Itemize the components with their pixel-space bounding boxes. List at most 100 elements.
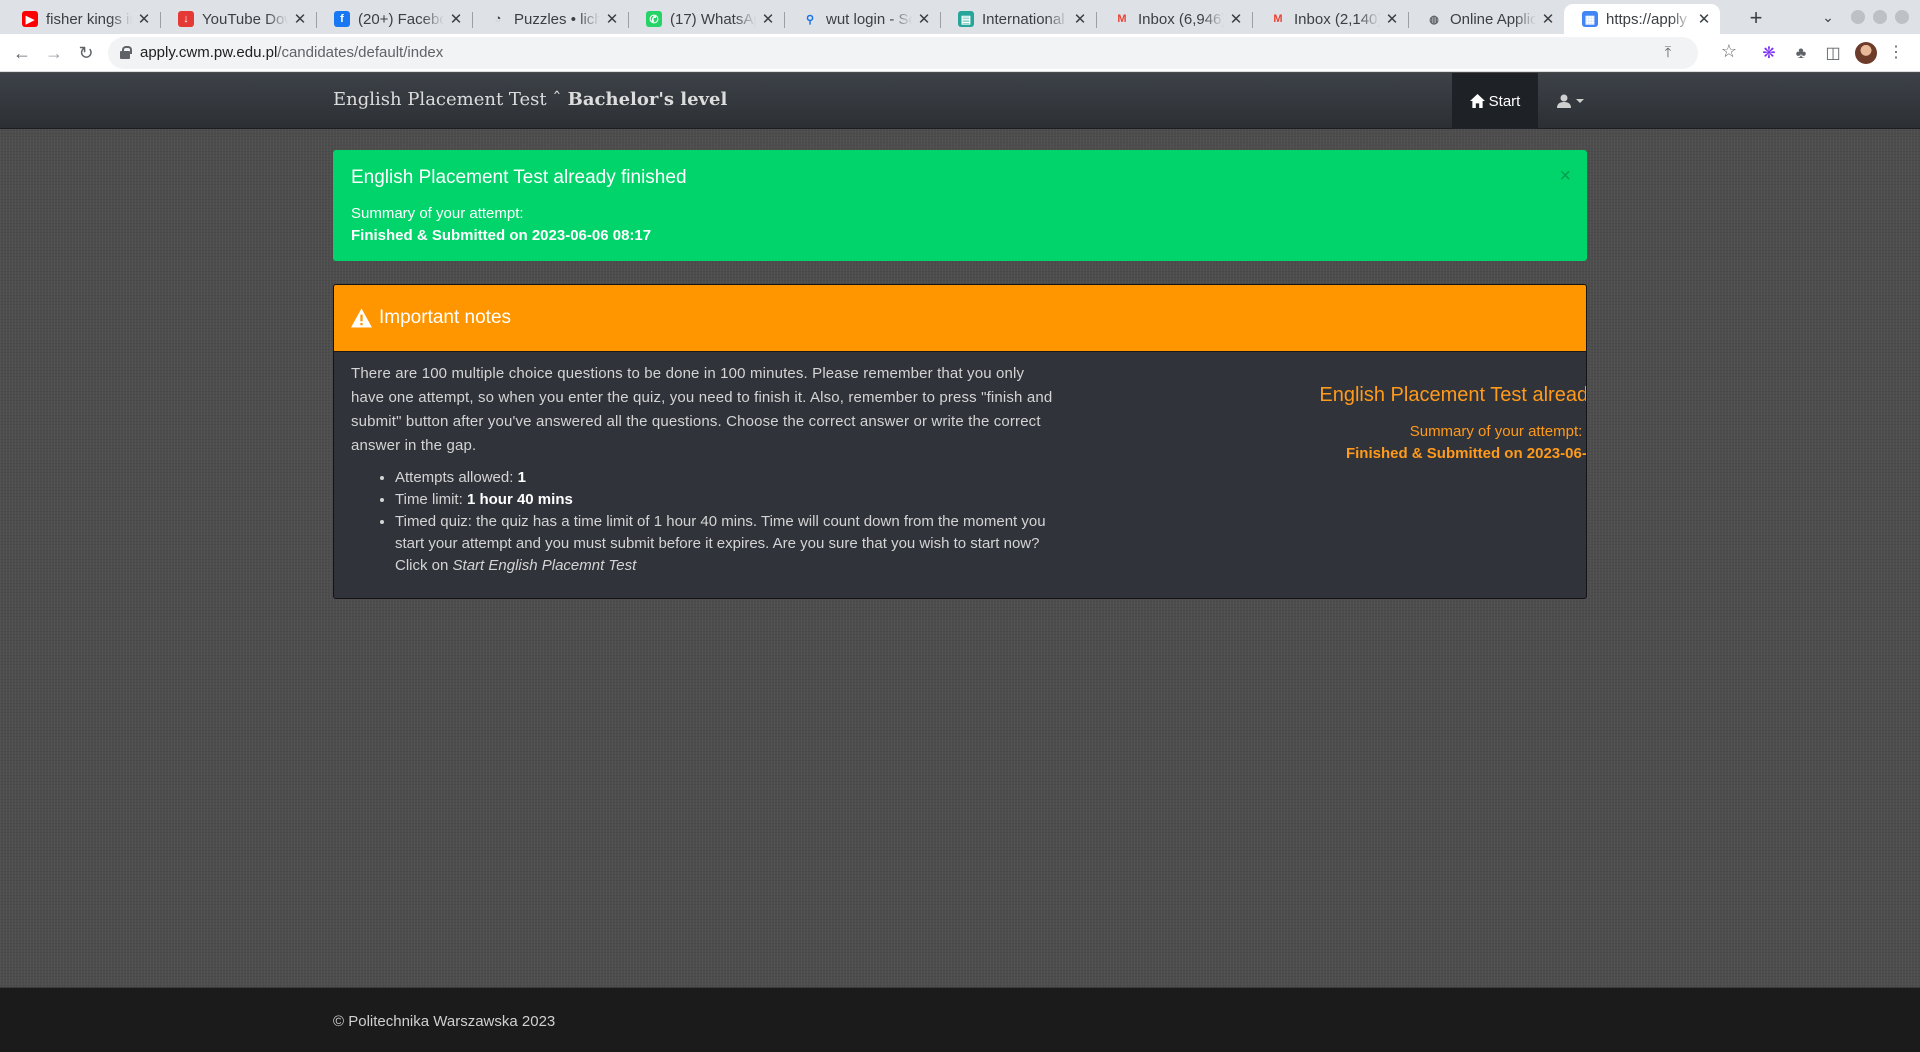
browser-tab[interactable]: ↓ YouTube Dow ✕ xyxy=(160,4,316,34)
status-column: English Placement Test already finished … xyxy=(1114,384,1587,465)
site-icon: ▦ xyxy=(1582,11,1598,27)
browser-tab-title: wut login - Se xyxy=(826,10,912,28)
address-url[interactable]: apply.cwm.pw.edu.pl/candidates/default/i… xyxy=(140,44,443,61)
gmail-icon: M xyxy=(1117,13,1127,25)
list-item: Attempts allowed: 1 xyxy=(395,467,1055,489)
home-icon xyxy=(1469,94,1485,108)
browser-tab[interactable]: f (20+) Faceboo✕ xyxy=(316,4,472,34)
footer-copyright: © Politechnika Warszawska 2023 xyxy=(333,1013,556,1030)
window-close-button[interactable] xyxy=(1895,10,1909,24)
page-viewport: English Placement Test ˆ Bachelor's leve… xyxy=(0,73,1920,1052)
browser-tab[interactable]: ◍ Online Applic ✕ xyxy=(1408,4,1564,34)
globe-icon: ◍ xyxy=(1429,13,1439,26)
window-maximize-button[interactable] xyxy=(1873,10,1887,24)
browser-tab-title: fisher kings in xyxy=(46,10,132,28)
reload-icon[interactable]: ↻ xyxy=(72,39,100,67)
panel-heading: Important notes xyxy=(334,285,1586,352)
start-test-reference: Start English Placemnt Test xyxy=(452,557,637,574)
close-tab-icon[interactable]: ✕ xyxy=(1228,10,1244,28)
browser-tab-title: Inbox (2,140) xyxy=(1294,10,1380,28)
share-icon[interactable]: ⤒ xyxy=(1658,43,1678,63)
alert-close-button[interactable]: × xyxy=(1559,165,1571,188)
user-icon xyxy=(1556,94,1571,108)
status-summary-label: Summary of your attempt: xyxy=(1409,423,1583,440)
side-panel-icon[interactable]: ◫ xyxy=(1822,43,1844,65)
bookmark-star-icon[interactable]: ☆ xyxy=(1718,40,1740,62)
whatsapp-icon: ✆ xyxy=(646,11,662,27)
browser-tab-title: (17) WhatsAp xyxy=(670,10,756,28)
search-icon: ⚲ xyxy=(805,13,815,26)
alert-title: English Placement Test already finished xyxy=(351,167,687,188)
browser-tab[interactable]: M Inbox (6,946) ✕ xyxy=(1096,4,1252,34)
browser-tab-strip: ▶ fisher kings in ✕ ↓ YouTube Dow ✕ f (20+) Fac… xyxy=(0,0,1920,34)
alert-status: Finished & Submitted on 2023-06-06 08:17 xyxy=(351,227,652,244)
lichess-icon: ◔ xyxy=(494,13,502,25)
forward-arrow-icon[interactable]: → xyxy=(40,39,68,67)
panel-body: There are 100 multiple choice questions … xyxy=(334,352,1586,587)
caret-down-icon xyxy=(1575,99,1584,103)
url-path: /candidates/default/index xyxy=(277,44,444,61)
warning-icon xyxy=(351,308,372,328)
close-tab-icon[interactable]: ✕ xyxy=(1540,10,1556,28)
close-tab-icon[interactable]: ✕ xyxy=(760,10,776,28)
page-icon: ▤ xyxy=(958,11,974,27)
browser-tab-title: https://apply xyxy=(1606,10,1687,28)
important-notes-panel: Important notes There are 100 multiple c… xyxy=(333,284,1587,599)
site-navbar: English Placement Test ˆ Bachelor's leve… xyxy=(0,73,1920,129)
browser-tab[interactable]: ✆ (17) WhatsAp ✕ xyxy=(628,4,784,34)
close-tab-icon[interactable]: ✕ xyxy=(604,10,620,28)
browser-tab-title: Puzzles • liche xyxy=(514,10,600,28)
facebook-icon: f xyxy=(334,11,350,27)
profile-avatar[interactable] xyxy=(1855,42,1877,64)
close-tab-icon[interactable]: ✕ xyxy=(292,10,308,28)
browser-tab[interactable]: ▦ https://apply ✕ xyxy=(1564,4,1720,34)
site-brand[interactable]: English Placement Test ˆ Bachelor's leve… xyxy=(333,89,727,110)
site-footer: © Politechnika Warszawska 2023 xyxy=(0,987,1920,1052)
url-host: apply.cwm.pw.edu.pl xyxy=(140,44,278,61)
browser-menu-icon[interactable]: ⋮ xyxy=(1888,43,1904,63)
status-finished-text: Finished & Submitted on 2023-06-06 08:17 xyxy=(1345,445,1587,462)
extension-puzzle-color-icon[interactable]: ❋ xyxy=(1758,43,1780,65)
user-menu-dropdown[interactable] xyxy=(1538,73,1602,129)
notes-intro: There are 100 multiple choice questions … xyxy=(351,365,1053,454)
notes-list: Attempts allowed: 1 Time limit: 1 hour 4… xyxy=(351,467,1055,577)
close-tab-icon[interactable]: ✕ xyxy=(1072,10,1088,28)
lock-icon[interactable] xyxy=(120,46,132,59)
close-tab-icon[interactable]: ✕ xyxy=(448,10,464,28)
brand-level: Bachelor's level xyxy=(561,89,728,110)
time-limit-value: 1 hour 40 mins xyxy=(466,491,573,508)
browser-tab[interactable]: ⚲ wut login - Se ✕ xyxy=(784,4,940,34)
browser-tab[interactable]: M Inbox (2,140) ✕ xyxy=(1252,4,1408,34)
attempts-label: Attempts allowed: xyxy=(395,469,518,486)
close-tab-icon[interactable]: ✕ xyxy=(1384,10,1400,28)
nav-start-link[interactable]: Start xyxy=(1452,73,1538,129)
extensions-icon[interactable]: ♣ xyxy=(1790,43,1812,65)
close-tab-icon[interactable]: ✕ xyxy=(136,10,152,28)
browser-tab-title: Inbox (6,946) xyxy=(1138,10,1224,28)
alert-summary-label: Summary of your attempt: xyxy=(351,205,524,222)
close-tab-icon[interactable]: ✕ xyxy=(1696,10,1712,28)
browser-toolbar: ← → ↻ apply.cwm.pw.edu.pl/candidates/def… xyxy=(0,34,1920,72)
tab-search-chevron-icon[interactable]: ⌄ xyxy=(1816,5,1840,29)
gmail-icon: M xyxy=(1273,13,1283,25)
brand-title: English Placement Test xyxy=(333,89,553,110)
close-tab-icon[interactable]: ✕ xyxy=(916,10,932,28)
browser-tab-title: International xyxy=(982,10,1065,28)
status-title: English Placement Test already finished xyxy=(1319,384,1587,406)
browser-tab[interactable]: ▶ fisher kings in ✕ xyxy=(4,4,160,34)
youtube-icon: ▶ xyxy=(22,11,38,27)
address-bar[interactable]: apply.cwm.pw.edu.pl/candidates/default/i… xyxy=(108,37,1698,69)
nav-start-label: Start xyxy=(1488,92,1521,110)
back-arrow-icon[interactable]: ← xyxy=(8,39,36,67)
browser-tab-title: Online Applic xyxy=(1450,10,1536,28)
list-item: Time limit: 1 hour 40 mins xyxy=(395,489,1055,511)
list-item: Timed quiz: the quiz has a time limit of… xyxy=(395,511,1055,577)
browser-tab[interactable]: ▤ International ✕ xyxy=(940,4,1096,34)
new-tab-button[interactable]: + xyxy=(1742,4,1770,32)
time-limit-label: Time limit: xyxy=(395,491,467,508)
attempts-value: 1 xyxy=(517,469,526,486)
browser-tab-title: YouTube Dow xyxy=(202,10,288,28)
window-minimize-button[interactable] xyxy=(1851,10,1865,24)
success-alert: × English Placement Test already finishe… xyxy=(333,150,1587,261)
browser-tab[interactable]: ◔ Puzzles • liche✕ xyxy=(472,4,628,34)
